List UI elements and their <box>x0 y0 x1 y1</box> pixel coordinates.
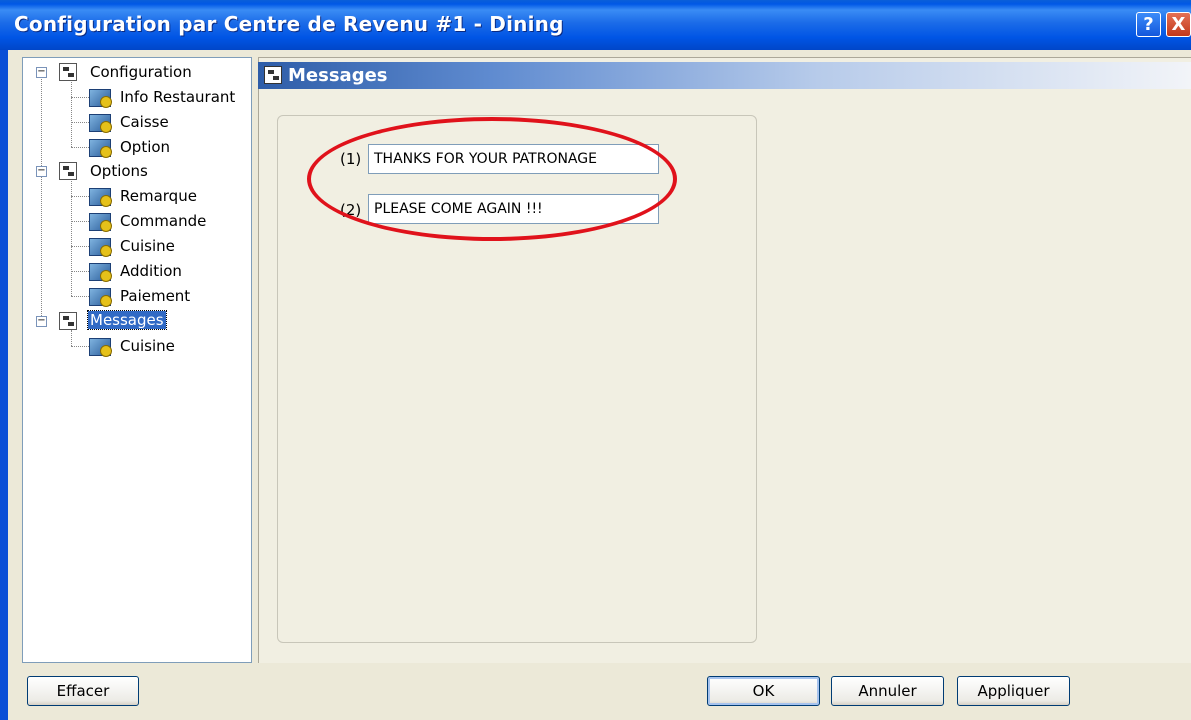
collapse-icon[interactable]: − <box>36 166 47 177</box>
section-title: Messages <box>288 65 388 86</box>
tree-item-options[interactable]: Options <box>90 162 148 180</box>
cancel-button[interactable]: Annuler <box>831 676 944 706</box>
tree-item-messages[interactable]: Messages <box>87 310 167 330</box>
tree-connector <box>71 122 91 123</box>
tree-item-cuisine-messages[interactable]: Cuisine <box>120 337 175 355</box>
message-2-input[interactable]: PLEASE COME AGAIN !!! <box>368 194 659 224</box>
settings-icon <box>89 89 112 108</box>
tree-item-configuration[interactable]: Configuration <box>90 63 192 81</box>
navigation-tree: − Configuration Info Restaurant Caisse O… <box>22 57 252 663</box>
settings-icon <box>89 213 112 232</box>
settings-icon <box>89 338 112 357</box>
window-frame-left <box>0 50 8 720</box>
tree-item-option[interactable]: Option <box>120 138 170 156</box>
tree-item-info-restaurant[interactable]: Info Restaurant <box>120 88 235 106</box>
folder-tree-icon <box>59 312 77 330</box>
settings-icon <box>89 188 112 207</box>
tree-connector <box>71 82 72 147</box>
collapse-icon[interactable]: − <box>36 316 47 327</box>
tree-item-cuisine[interactable]: Cuisine <box>120 237 175 255</box>
message-1-input[interactable]: THANKS FOR YOUR PATRONAGE <box>368 144 659 174</box>
tree-item-addition[interactable]: Addition <box>120 262 182 280</box>
folder-tree-icon <box>59 63 77 81</box>
clear-button[interactable]: Effacer <box>27 676 139 706</box>
tree-connector <box>71 246 91 247</box>
settings-icon <box>89 238 112 257</box>
tree-item-paiement[interactable]: Paiement <box>120 287 190 305</box>
folder-tree-icon <box>59 162 77 180</box>
folder-tree-icon <box>264 66 282 84</box>
settings-icon <box>89 288 112 307</box>
settings-icon <box>89 263 112 282</box>
close-button[interactable]: X <box>1166 12 1191 37</box>
tree-item-commande[interactable]: Commande <box>120 212 206 230</box>
tree-connector <box>71 271 91 272</box>
tree-connector <box>41 72 42 322</box>
collapse-icon[interactable]: − <box>36 67 47 78</box>
tree-connector <box>71 346 91 347</box>
message-2-label: (2) <box>340 201 362 219</box>
title-bar: Configuration par Centre de Revenu #1 - … <box>0 0 1191 50</box>
help-button[interactable]: ? <box>1136 12 1161 37</box>
window-title: Configuration par Centre de Revenu #1 - … <box>14 12 564 36</box>
section-header: Messages <box>258 62 1191 89</box>
tree-connector <box>71 97 91 98</box>
tree-connector <box>71 181 72 296</box>
tree-connector <box>71 330 72 346</box>
ok-button[interactable]: OK <box>707 676 820 706</box>
apply-button[interactable]: Appliquer <box>957 676 1070 706</box>
tree-connector <box>71 196 91 197</box>
settings-icon <box>89 139 112 158</box>
tree-item-remarque[interactable]: Remarque <box>120 187 197 205</box>
settings-icon <box>89 114 112 133</box>
tree-connector <box>71 147 91 148</box>
tree-connector <box>71 296 91 297</box>
tree-connector <box>71 221 91 222</box>
tree-item-caisse[interactable]: Caisse <box>120 113 169 131</box>
message-1-label: (1) <box>340 150 362 168</box>
